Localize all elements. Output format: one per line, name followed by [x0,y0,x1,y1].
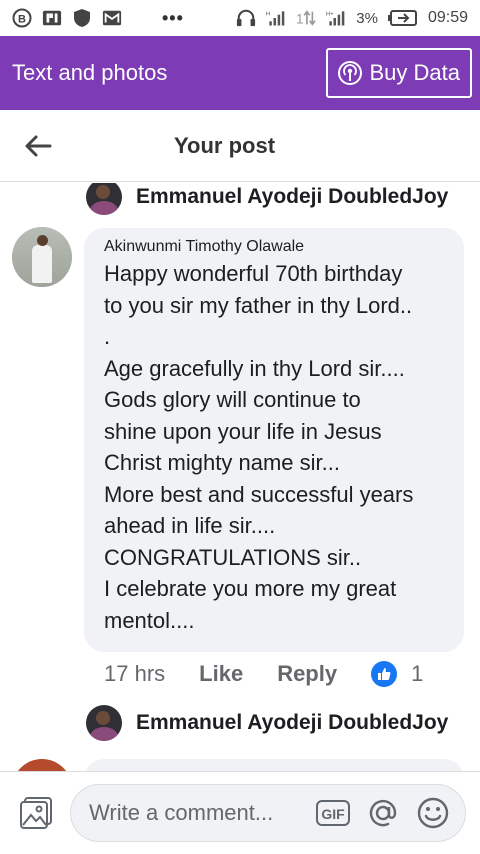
comment-line: to you sir my father in thy Lord.. [104,292,413,318]
comment-line: . [104,324,111,349]
reply-indicator[interactable]: Emmanuel Ayodeji DoubledJoy [86,183,448,215]
signal-icon: H [266,8,286,28]
buy-data-label: Buy Data [369,60,461,85]
avatar[interactable] [12,759,72,771]
svg-text:B: B [18,14,26,26]
avatar[interactable] [12,227,72,287]
battery-icon [387,8,418,28]
comment-line: Age gracefully in thy Lord sir.... [104,355,405,381]
gif-icon[interactable]: GIF [315,795,351,831]
buy-data-button[interactable]: Buy Data [325,48,472,98]
comment-line: ahead in life sir.... [104,513,276,538]
mail-icon [102,8,122,28]
svg-text:H+: H+ [326,12,334,18]
b-circle-icon: B [12,8,32,28]
comment-line: Christ mighty name sir... [104,450,340,475]
avatar[interactable] [86,705,122,741]
like-button[interactable]: Like [199,661,243,687]
comment-bubble[interactable]: Akinwunmi Timothy Olawale Happy wonderfu… [84,228,464,652]
emoji-icon[interactable] [415,795,451,831]
comment-author[interactable]: Akinwunmi Timothy Olawale [104,238,444,256]
reply-button[interactable]: Reply [277,661,337,687]
page-title: Your post [174,132,276,158]
reaction-count[interactable]: 1 [411,661,423,687]
gif-label: GIF [321,806,345,822]
comment-bubble[interactable] [84,759,464,771]
comment-input-box[interactable]: GIF [70,784,466,842]
comment-actions: 17 hrs Like Reply 1 [104,661,423,687]
comment-line: CONGRATULATIONS sir.. [104,544,362,570]
comment-timestamp: 17 hrs [104,661,166,686]
comment-composer: GIF [0,771,480,854]
battery-percent: 3% [356,9,378,27]
data-promo-banner: Text and photos Buy Data [0,36,480,110]
clock: 09:59 [427,9,468,26]
signal-icon: H+ [326,8,346,28]
status-bar: B ••• H 1 H+ 3% 09:59 [0,0,480,36]
thumbs-up-icon[interactable] [371,661,398,687]
reply-indicator[interactable]: Emmanuel Ayodeji DoubledJoy [86,705,448,741]
post-header: Your post [0,110,480,182]
data-arrows-icon: 1 [296,8,317,28]
comment-input[interactable] [89,800,301,826]
more-dots-icon: ••• [162,7,184,28]
comment-line: Gods glory will continue to [104,387,361,412]
photo-icon[interactable] [18,795,54,831]
banner-title: Text and photos [12,60,168,85]
headset-icon [236,8,256,28]
comment-line: shine upon your life in Jesus [104,418,382,444]
back-arrow-icon[interactable] [24,131,54,161]
broadcast-icon [337,61,362,85]
comment-line: I celebrate you more my great [104,576,397,601]
comment-line: Happy wonderful 70th birthday [104,261,403,286]
comment-thread[interactable]: Emmanuel Ayodeji DoubledJoy Akinwunmi Ti… [0,183,480,771]
reply-author-name[interactable]: Emmanuel Ayodeji DoubledJoy [136,185,448,209]
comment-line: More best and successful years [104,481,414,507]
svg-text:H: H [266,12,270,18]
avatar[interactable] [86,183,122,215]
comment-line: mentol.... [104,607,195,633]
status-bar-left: B ••• [12,8,184,29]
status-bar-right: H 1 H+ 3% 09:59 [236,8,468,28]
reply-author-name[interactable]: Emmanuel Ayodeji DoubledJoy [136,711,448,735]
svg-text:1: 1 [296,11,304,26]
mention-icon[interactable] [365,795,401,831]
p-box-icon [42,8,62,28]
shield-icon [72,8,92,28]
